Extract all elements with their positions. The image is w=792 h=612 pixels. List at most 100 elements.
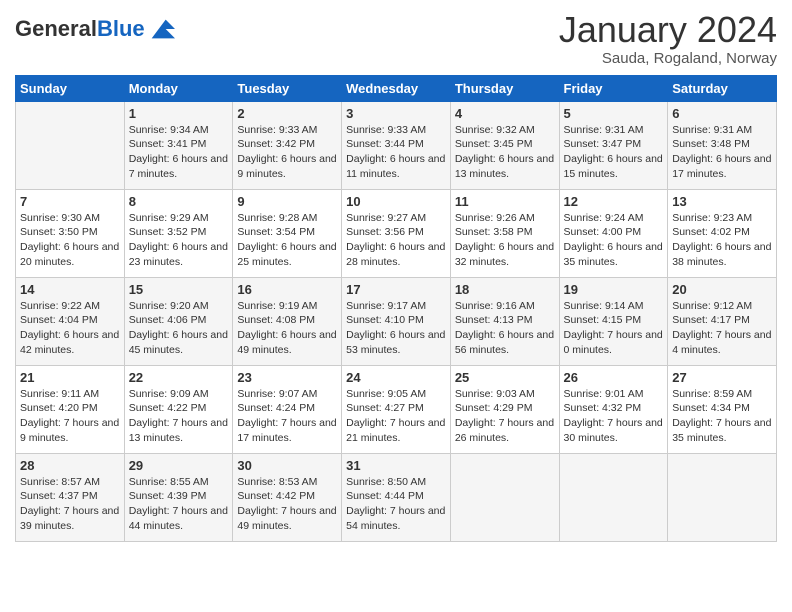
cell-3-1: 22 Sunrise: 9:09 AMSunset: 4:22 PMDayligh… (124, 365, 233, 453)
day-number: 18 (455, 282, 555, 297)
day-info: Sunrise: 9:30 AMSunset: 3:50 PMDaylight:… (20, 211, 120, 270)
week-row-4: 21Sunrise: 9:11 AMSunset: 4:20 PMDayligh… (16, 365, 777, 453)
cell-0-6: 6 Sunrise: 9:31 AMSunset: 3:48 PMDaylight… (668, 101, 777, 189)
cell-4-0: 28Sunrise: 8:57 AMSunset: 4:37 PMDayligh… (16, 453, 125, 541)
week-row-2: 7 Sunrise: 9:30 AMSunset: 3:50 PMDaylight… (16, 189, 777, 277)
col-saturday: Saturday (668, 75, 777, 101)
cell-2-2: 16Sunrise: 9:19 AMSunset: 4:08 PMDayligh… (233, 277, 342, 365)
day-info: Sunrise: 9:27 AMSunset: 3:56 PMDaylight:… (346, 211, 446, 270)
cell-4-4 (450, 453, 559, 541)
col-monday: Monday (124, 75, 233, 101)
day-info: Sunrise: 9:34 AMSunset: 3:41 PMDaylight:… (129, 123, 229, 182)
day-number: 23 (237, 370, 337, 385)
day-number: 30 (237, 458, 337, 473)
calendar-table: Sunday Monday Tuesday Wednesday Thursday… (15, 75, 777, 542)
day-number: 22 (129, 370, 229, 385)
week-row-3: 14 Sunrise: 9:22 AMSunset: 4:04 PMDayligh… (16, 277, 777, 365)
cell-3-6: 27Sunrise: 8:59 AMSunset: 4:34 PMDayligh… (668, 365, 777, 453)
cell-3-2: 23 Sunrise: 9:07 AMSunset: 4:24 PMDayligh… (233, 365, 342, 453)
day-number: 11 (455, 194, 555, 209)
day-number: 13 (672, 194, 772, 209)
page-container: GeneralBlue January 2024 Sauda, Rogaland… (0, 0, 792, 552)
day-number: 31 (346, 458, 446, 473)
day-info: Sunrise: 9:32 AMSunset: 3:45 PMDaylight:… (455, 123, 555, 182)
day-number: 9 (237, 194, 337, 209)
cell-4-2: 30 Sunrise: 8:53 AMSunset: 4:42 PMDayligh… (233, 453, 342, 541)
subtitle: Sauda, Rogaland, Norway (559, 50, 777, 67)
day-number: 14 (20, 282, 120, 297)
day-number: 1 (129, 106, 229, 121)
day-info: Sunrise: 9:33 AMSunset: 3:44 PMDaylight:… (346, 123, 446, 182)
day-number: 29 (129, 458, 229, 473)
day-number: 8 (129, 194, 229, 209)
day-number: 2 (237, 106, 337, 121)
cell-1-0: 7 Sunrise: 9:30 AMSunset: 3:50 PMDaylight… (16, 189, 125, 277)
col-friday: Friday (559, 75, 668, 101)
cell-1-4: 11Sunrise: 9:26 AMSunset: 3:58 PMDayligh… (450, 189, 559, 277)
day-info: Sunrise: 9:31 AMSunset: 3:47 PMDaylight:… (564, 123, 664, 182)
cell-2-3: 17 Sunrise: 9:17 AMSunset: 4:10 PMDayligh… (342, 277, 451, 365)
cell-2-6: 20 Sunrise: 9:12 AMSunset: 4:17 PMDayligh… (668, 277, 777, 365)
day-number: 25 (455, 370, 555, 385)
day-number: 24 (346, 370, 446, 385)
day-info: Sunrise: 8:53 AMSunset: 4:42 PMDaylight:… (237, 475, 337, 534)
day-info: Sunrise: 9:09 AMSunset: 4:22 PMDaylight:… (129, 387, 229, 446)
day-info: Sunrise: 9:01 AMSunset: 4:32 PMDaylight:… (564, 387, 664, 446)
day-info: Sunrise: 9:24 AMSunset: 4:00 PMDaylight:… (564, 211, 664, 270)
cell-1-2: 9 Sunrise: 9:28 AMSunset: 3:54 PMDaylight… (233, 189, 342, 277)
cell-1-3: 10 Sunrise: 9:27 AMSunset: 3:56 PMDayligh… (342, 189, 451, 277)
cell-0-0 (16, 101, 125, 189)
header: GeneralBlue January 2024 Sauda, Rogaland… (15, 10, 777, 67)
day-info: Sunrise: 9:19 AMSunset: 4:08 PMDaylight:… (237, 299, 337, 358)
day-info: Sunrise: 9:28 AMSunset: 3:54 PMDaylight:… (237, 211, 337, 270)
day-number: 7 (20, 194, 120, 209)
logo-blue: Blue (97, 16, 145, 41)
day-info: Sunrise: 8:57 AMSunset: 4:37 PMDaylight:… (20, 475, 120, 534)
col-wednesday: Wednesday (342, 75, 451, 101)
cell-3-0: 21Sunrise: 9:11 AMSunset: 4:20 PMDayligh… (16, 365, 125, 453)
day-number: 26 (564, 370, 664, 385)
week-row-1: 1 Sunrise: 9:34 AMSunset: 3:41 PMDaylight… (16, 101, 777, 189)
cell-2-1: 15Sunrise: 9:20 AMSunset: 4:06 PMDayligh… (124, 277, 233, 365)
cell-1-1: 8Sunrise: 9:29 AMSunset: 3:52 PMDaylight… (124, 189, 233, 277)
col-tuesday: Tuesday (233, 75, 342, 101)
day-number: 19 (564, 282, 664, 297)
week-row-5: 28Sunrise: 8:57 AMSunset: 4:37 PMDayligh… (16, 453, 777, 541)
day-number: 12 (564, 194, 664, 209)
day-info: Sunrise: 9:03 AMSunset: 4:29 PMDaylight:… (455, 387, 555, 446)
col-sunday: Sunday (16, 75, 125, 101)
cell-2-4: 18 Sunrise: 9:16 AMSunset: 4:13 PMDayligh… (450, 277, 559, 365)
day-number: 5 (564, 106, 664, 121)
day-info: Sunrise: 9:17 AMSunset: 4:10 PMDaylight:… (346, 299, 446, 358)
cell-2-5: 19 Sunrise: 9:14 AMSunset: 4:15 PMDayligh… (559, 277, 668, 365)
cell-3-5: 26 Sunrise: 9:01 AMSunset: 4:32 PMDayligh… (559, 365, 668, 453)
day-number: 4 (455, 106, 555, 121)
day-number: 20 (672, 282, 772, 297)
cell-1-6: 13 Sunrise: 9:23 AMSunset: 4:02 PMDayligh… (668, 189, 777, 277)
cell-0-5: 5 Sunrise: 9:31 AMSunset: 3:47 PMDaylight… (559, 101, 668, 189)
day-number: 3 (346, 106, 446, 121)
day-info: Sunrise: 9:07 AMSunset: 4:24 PMDaylight:… (237, 387, 337, 446)
day-info: Sunrise: 9:22 AMSunset: 4:04 PMDaylight:… (20, 299, 120, 358)
day-info: Sunrise: 8:55 AMSunset: 4:39 PMDaylight:… (129, 475, 229, 534)
day-number: 27 (672, 370, 772, 385)
logo-icon (147, 15, 175, 43)
day-info: Sunrise: 9:23 AMSunset: 4:02 PMDaylight:… (672, 211, 772, 270)
day-number: 21 (20, 370, 120, 385)
day-number: 17 (346, 282, 446, 297)
day-info: Sunrise: 9:16 AMSunset: 4:13 PMDaylight:… (455, 299, 555, 358)
day-info: Sunrise: 9:14 AMSunset: 4:15 PMDaylight:… (564, 299, 664, 358)
logo-general: General (15, 16, 97, 41)
cell-4-6 (668, 453, 777, 541)
day-info: Sunrise: 9:33 AMSunset: 3:42 PMDaylight:… (237, 123, 337, 182)
day-number: 10 (346, 194, 446, 209)
cell-0-2: 2 Sunrise: 9:33 AMSunset: 3:42 PMDaylight… (233, 101, 342, 189)
logo: GeneralBlue (15, 15, 175, 43)
cell-4-5 (559, 453, 668, 541)
cell-3-4: 25 Sunrise: 9:03 AMSunset: 4:29 PMDayligh… (450, 365, 559, 453)
day-number: 6 (672, 106, 772, 121)
day-info: Sunrise: 9:12 AMSunset: 4:17 PMDaylight:… (672, 299, 772, 358)
cell-2-0: 14 Sunrise: 9:22 AMSunset: 4:04 PMDayligh… (16, 277, 125, 365)
day-info: Sunrise: 9:31 AMSunset: 3:48 PMDaylight:… (672, 123, 772, 182)
cell-4-1: 29 Sunrise: 8:55 AMSunset: 4:39 PMDayligh… (124, 453, 233, 541)
